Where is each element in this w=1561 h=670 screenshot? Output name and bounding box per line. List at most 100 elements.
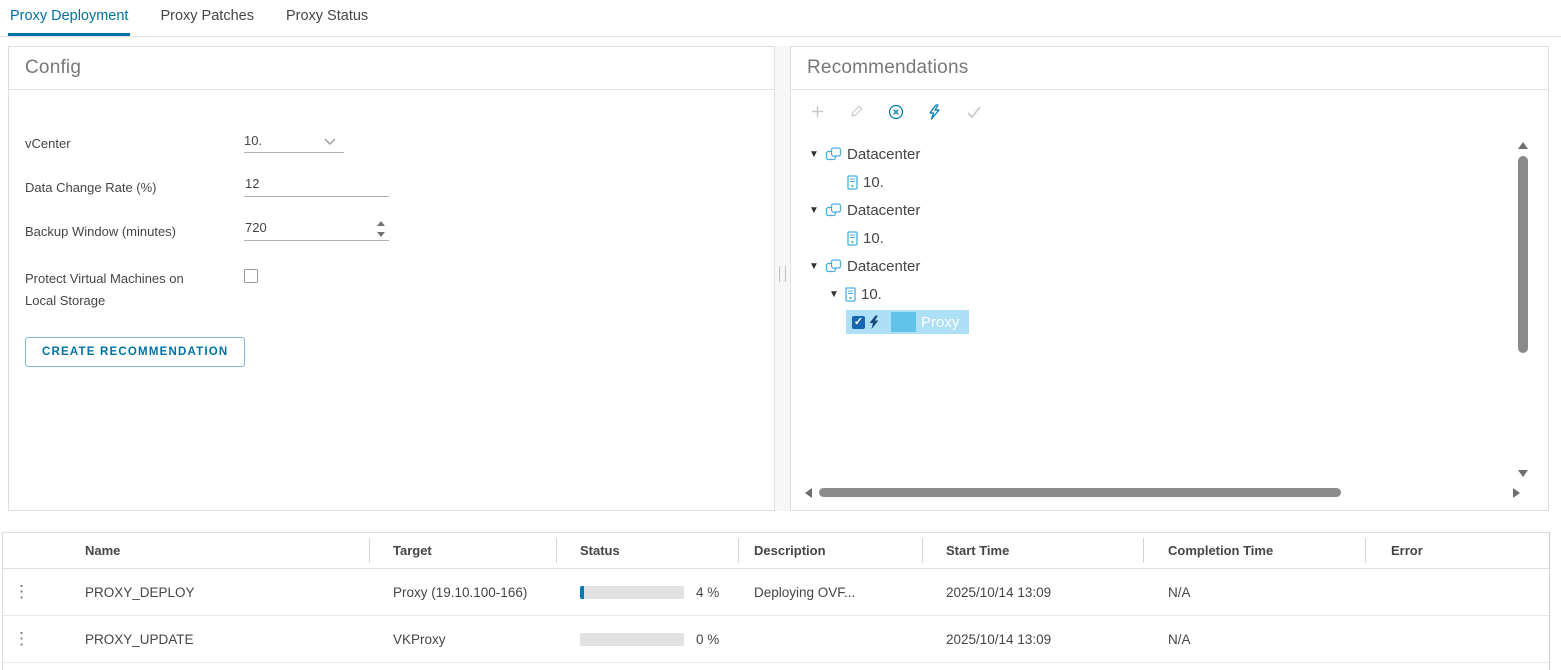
table-row-proxy-deploy: ⋮ PROXY_DEPLOY Proxy (19.10.100-166) 4 %… bbox=[3, 569, 1549, 616]
recommendations-tree: ▼ Datacenter 10. ▼ Datacenter bbox=[791, 140, 1491, 336]
check-icon[interactable] bbox=[965, 103, 982, 120]
config-panel: Config vCenter 10. Data Change Rate (%) … bbox=[8, 46, 775, 511]
recommendations-panel-header: Recommendations bbox=[791, 47, 1548, 90]
tree-node-datacenter-3[interactable]: ▼ Datacenter bbox=[791, 252, 1491, 280]
proxy-vm-icon bbox=[891, 312, 916, 332]
cell-completion-time: N/A bbox=[1143, 632, 1365, 647]
vcenter-select[interactable]: 10. bbox=[244, 129, 344, 153]
datacenter-icon bbox=[825, 258, 842, 274]
cell-name: PROXY_UPDATE bbox=[61, 632, 369, 647]
tab-proxy-patches[interactable]: Proxy Patches bbox=[158, 0, 256, 36]
pencil-icon[interactable] bbox=[848, 103, 865, 120]
vcenter-selected-value: 10. bbox=[244, 133, 262, 148]
backup-window-field-row: Backup Window (minutes) bbox=[25, 223, 176, 241]
tree-node-label: Datacenter bbox=[847, 258, 920, 275]
config-panel-title: Config bbox=[25, 57, 81, 79]
stepper-up-icon[interactable] bbox=[377, 221, 385, 226]
tree-node-host-3[interactable]: ▼ 10. bbox=[791, 280, 1491, 308]
scroll-up-icon[interactable] bbox=[1518, 142, 1528, 149]
backup-window-label: Backup Window (minutes) bbox=[25, 224, 176, 239]
progress-bar bbox=[580, 586, 684, 599]
chevron-down-icon bbox=[324, 138, 336, 145]
proxy-node-label: Proxy bbox=[918, 314, 959, 331]
column-header-name[interactable]: Name bbox=[61, 533, 369, 568]
tab-proxy-deployment[interactable]: Proxy Deployment bbox=[8, 0, 130, 36]
config-panel-header: Config bbox=[9, 47, 774, 90]
vcenter-label: vCenter bbox=[25, 136, 71, 151]
create-recommendation-button[interactable]: CREATE RECOMMENDATION bbox=[25, 337, 245, 367]
cell-start-time: 2025/10/14 13:09 bbox=[922, 585, 1143, 600]
caret-down-icon[interactable]: ▼ bbox=[808, 261, 820, 272]
column-header-error[interactable]: Error bbox=[1365, 533, 1549, 568]
tree-node-host-2[interactable]: 10. bbox=[791, 224, 1491, 252]
tree-node-label: Datacenter bbox=[847, 202, 920, 219]
data-change-rate-input[interactable] bbox=[244, 173, 389, 197]
cell-target: Proxy (19.10.100-166) bbox=[369, 585, 556, 600]
kebab-menu-icon[interactable]: ⋮ bbox=[13, 629, 30, 648]
recommendations-panel: Recommendations ▼ bbox=[790, 46, 1549, 511]
caret-down-icon[interactable]: ▼ bbox=[808, 149, 820, 160]
tab-proxy-status[interactable]: Proxy Status bbox=[284, 0, 370, 36]
backup-window-input[interactable] bbox=[244, 217, 389, 241]
data-change-rate-field-row: Data Change Rate (%) bbox=[25, 179, 157, 197]
tree-node-label: 10. bbox=[863, 174, 884, 191]
caret-down-icon[interactable]: ▼ bbox=[808, 205, 820, 216]
scroll-down-icon[interactable] bbox=[1518, 470, 1528, 477]
cell-start-time: 2025/10/14 13:09 bbox=[922, 632, 1143, 647]
vcenter-field-row: vCenter 10. bbox=[25, 135, 71, 153]
lightning-small-icon bbox=[868, 315, 880, 330]
cell-name: PROXY_DEPLOY bbox=[61, 585, 369, 600]
tree-node-label: 10. bbox=[863, 230, 884, 247]
data-change-rate-label: Data Change Rate (%) bbox=[25, 180, 157, 195]
recommendations-toolbar bbox=[809, 103, 982, 120]
tree-node-label: Datacenter bbox=[847, 146, 920, 163]
cell-status: 4 % bbox=[556, 585, 738, 600]
datacenter-icon bbox=[825, 146, 842, 162]
column-header-actions bbox=[3, 533, 61, 568]
tree-node-datacenter-1[interactable]: ▼ Datacenter bbox=[791, 140, 1491, 168]
cell-target: VKProxy bbox=[369, 632, 556, 647]
cell-description: Deploying OVF... bbox=[738, 585, 922, 600]
circle-x-icon[interactable] bbox=[887, 103, 904, 120]
progress-label: 4 % bbox=[696, 585, 719, 600]
lightning-icon[interactable] bbox=[926, 103, 943, 120]
task-table: Name Target Status Description Start Tim… bbox=[2, 532, 1549, 670]
recommendations-panel-title: Recommendations bbox=[807, 57, 968, 79]
tree-horizontal-scrollbar[interactable] bbox=[805, 487, 1520, 499]
column-header-status[interactable]: Status bbox=[556, 533, 738, 568]
table-row-proxy-update: ⋮ PROXY_UPDATE VKProxy 0 % 2025/10/14 13… bbox=[3, 616, 1549, 663]
protect-vm-checkbox[interactable] bbox=[244, 269, 258, 283]
progress-bar bbox=[580, 633, 684, 646]
scroll-left-icon[interactable] bbox=[805, 488, 812, 498]
vertical-scroll-thumb[interactable] bbox=[1518, 156, 1528, 353]
protect-vm-label-line2: Local Storage bbox=[25, 293, 105, 308]
table-scrollbar-edge bbox=[1549, 532, 1550, 670]
tab-bar: Proxy Deployment Proxy Patches Proxy Sta… bbox=[0, 0, 1561, 37]
cell-status: 0 % bbox=[556, 632, 738, 647]
horizontal-scroll-thumb[interactable] bbox=[819, 488, 1341, 497]
proxy-checkbox[interactable]: ✓ bbox=[852, 316, 865, 329]
scroll-right-icon[interactable] bbox=[1513, 488, 1520, 498]
plus-icon[interactable] bbox=[809, 103, 826, 120]
progress-bar-fill bbox=[580, 586, 584, 599]
protect-vm-field-row: Protect Virtual Machines on Local Storag… bbox=[25, 268, 184, 312]
column-header-completion-time[interactable]: Completion Time bbox=[1143, 533, 1365, 568]
panel-splitter[interactable] bbox=[775, 46, 790, 511]
host-icon bbox=[847, 231, 858, 246]
progress-label: 0 % bbox=[696, 632, 719, 647]
app-window: Proxy Deployment Proxy Patches Proxy Sta… bbox=[0, 0, 1561, 670]
tree-vertical-scrollbar[interactable] bbox=[1517, 142, 1529, 487]
host-icon bbox=[847, 175, 858, 190]
tree-node-datacenter-2[interactable]: ▼ Datacenter bbox=[791, 196, 1491, 224]
splitter-handle-icon bbox=[779, 266, 786, 282]
tree-node-host-1[interactable]: 10. bbox=[791, 168, 1491, 196]
stepper-down-icon[interactable] bbox=[377, 232, 385, 237]
tree-node-proxy-selected[interactable]: ✓ Proxy bbox=[846, 310, 969, 334]
caret-down-icon[interactable]: ▼ bbox=[828, 289, 840, 300]
tree-node-label: 10. bbox=[861, 286, 882, 303]
column-header-description[interactable]: Description bbox=[738, 533, 922, 568]
column-header-target[interactable]: Target bbox=[369, 533, 556, 568]
kebab-menu-icon[interactable]: ⋮ bbox=[13, 582, 30, 601]
column-header-start-time[interactable]: Start Time bbox=[922, 533, 1143, 568]
task-table-header: Name Target Status Description Start Tim… bbox=[3, 533, 1549, 569]
